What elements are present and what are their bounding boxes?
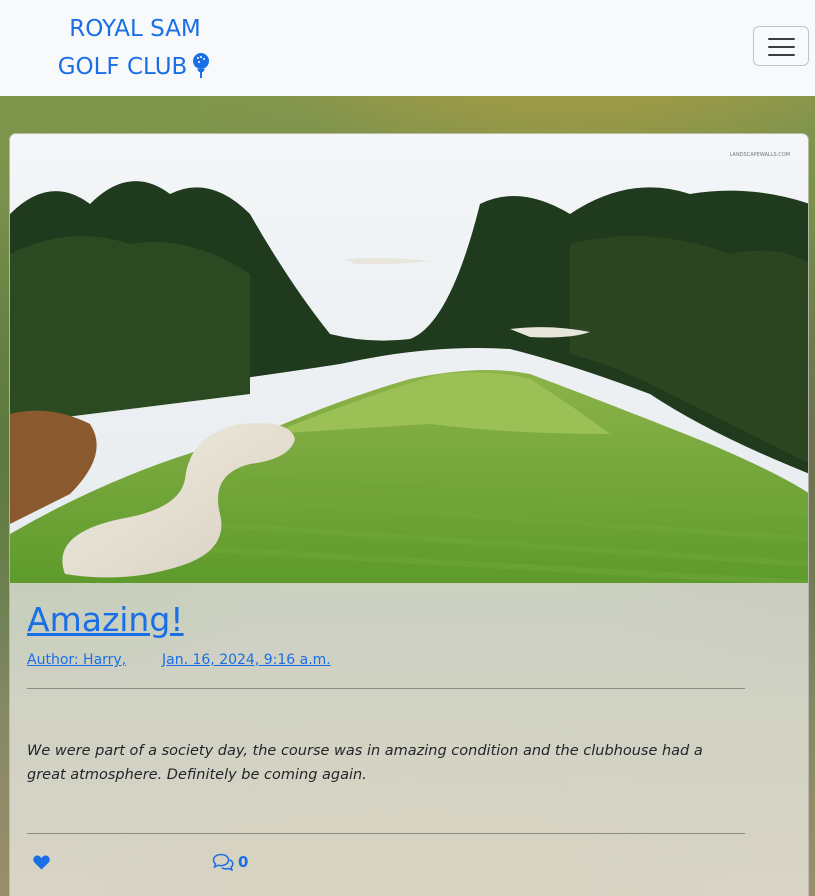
comments-button[interactable]: 0	[212, 853, 248, 871]
menu-toggle-button[interactable]	[753, 26, 809, 66]
post-author-link[interactable]: Author: Harry,	[27, 652, 126, 668]
post-card: LANDSCAPEWALLS.COM Amazing! Author: Harr…	[9, 133, 809, 896]
brand-link[interactable]: ROYAL SAM GOLF CLUB	[40, 10, 230, 90]
divider	[27, 833, 745, 834]
post-date-link[interactable]: Jan. 16, 2024, 9:16 a.m.	[162, 652, 331, 668]
navbar: ROYAL SAM GOLF CLUB	[0, 0, 815, 96]
golf-course-image: LANDSCAPEWALLS.COM	[10, 134, 808, 583]
image-watermark: LANDSCAPEWALLS.COM	[730, 152, 790, 158]
comment-count: 0	[238, 853, 249, 871]
hamburger-icon-bar	[768, 46, 795, 48]
brand-line-2-text: GOLF CLUB	[57, 54, 188, 80]
hamburger-icon-bar	[768, 54, 795, 56]
post-body: We were part of a society day, the cours…	[27, 743, 703, 783]
brand-line-2: GOLF CLUB	[40, 48, 230, 90]
heart-icon[interactable]	[33, 855, 50, 874]
comments-icon	[212, 853, 234, 871]
hamburger-icon	[768, 38, 795, 40]
golf-ball-tee-icon	[190, 52, 212, 90]
brand-line-1: ROYAL SAM	[69, 16, 201, 42]
post-title-link[interactable]: Amazing!	[27, 600, 184, 639]
divider	[27, 688, 745, 689]
